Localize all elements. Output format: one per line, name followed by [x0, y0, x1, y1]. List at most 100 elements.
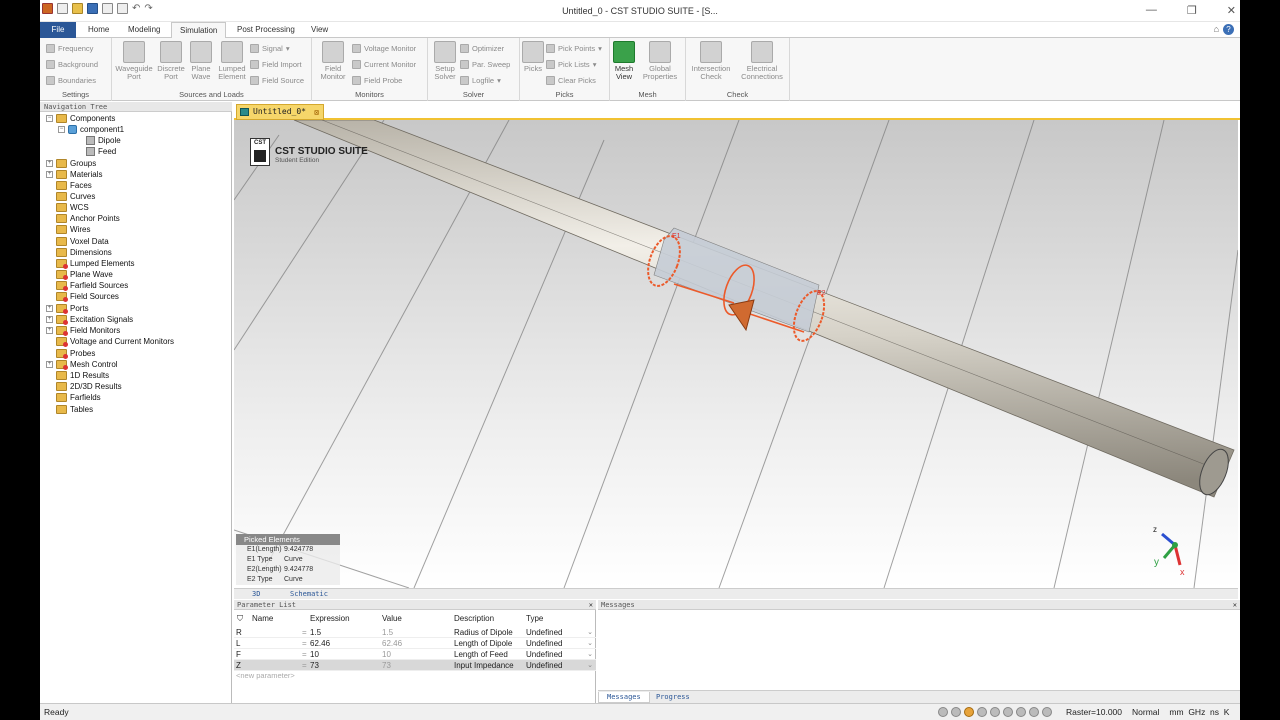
- boundaries-button[interactable]: Boundaries: [46, 76, 96, 85]
- tree-item-excitation-signals[interactable]: + Excitation Signals: [46, 314, 133, 325]
- view-mode[interactable]: Normal: [1132, 704, 1159, 720]
- expand-icon[interactable]: +: [46, 171, 53, 178]
- tree-item-lumped-elements[interactable]: Lumped Elements: [56, 258, 134, 269]
- background-button[interactable]: Background: [46, 60, 98, 69]
- zoom-fit-icon[interactable]: [977, 707, 987, 717]
- global-properties-button[interactable]: Global Properties: [638, 41, 682, 81]
- tree-item-farfields[interactable]: Farfields: [56, 392, 101, 403]
- waveguide-port-button[interactable]: Waveguide Port: [114, 41, 154, 81]
- tree-item-dimensions[interactable]: Dimensions: [56, 247, 112, 258]
- maximize-button[interactable]: ❐: [1187, 4, 1197, 17]
- expand-icon[interactable]: +: [46, 327, 53, 334]
- col-name[interactable]: Name: [252, 610, 273, 627]
- zoom-icon[interactable]: [938, 707, 948, 717]
- pick-points-button[interactable]: Pick Points ▾: [546, 44, 602, 53]
- document-tab-untitled[interactable]: Untitled_0* ⊠: [236, 104, 324, 120]
- minimize-button[interactable]: —: [1146, 4, 1157, 17]
- tab-messages[interactable]: Messages: [598, 692, 650, 703]
- tab-3d[interactable]: 3D: [252, 589, 260, 599]
- tree-item-component1[interactable]: − component1: [58, 124, 124, 135]
- rotate-icon[interactable]: [964, 707, 974, 717]
- expand-icon[interactable]: +: [46, 316, 53, 323]
- optimizer-button[interactable]: Optimizer: [460, 44, 504, 53]
- chevron-down-icon[interactable]: ⌄: [587, 627, 593, 638]
- pick-lists-button[interactable]: Pick Lists ▾: [546, 60, 596, 69]
- col-expression[interactable]: Expression: [310, 610, 350, 627]
- cube-view-icon[interactable]: [1042, 707, 1052, 717]
- voltage-monitor-button[interactable]: Voltage Monitor: [352, 44, 416, 53]
- expand-icon[interactable]: +: [46, 361, 53, 368]
- tree-item-field-sources[interactable]: Field Sources: [56, 291, 119, 302]
- tree-item-wires[interactable]: Wires: [56, 224, 90, 235]
- field-probe-button[interactable]: Field Probe: [352, 76, 402, 85]
- tree-item-probes[interactable]: Probes: [56, 348, 95, 359]
- tree-item-feed[interactable]: Feed: [86, 146, 116, 157]
- tree-item-mesh-control[interactable]: + Mesh Control: [46, 359, 118, 370]
- messages-area[interactable]: [598, 610, 1240, 690]
- discrete-port-button[interactable]: Discrete Port: [156, 41, 186, 81]
- spin-icon[interactable]: [990, 707, 1000, 717]
- chevron-down-icon[interactable]: ⌄: [587, 660, 593, 671]
- col-type[interactable]: Type: [526, 610, 543, 627]
- tree-item-voltage-current-monitors[interactable]: Voltage and Current Monitors: [56, 336, 174, 347]
- tree-item-voxel-data[interactable]: Voxel Data: [56, 236, 109, 247]
- current-monitor-button[interactable]: Current Monitor: [352, 60, 416, 69]
- tree-item-wcs[interactable]: WCS: [56, 202, 89, 213]
- field-source-button[interactable]: Field Source: [250, 76, 304, 85]
- tree-item-farfield-sources[interactable]: Farfield Sources: [56, 280, 128, 291]
- chevron-down-icon[interactable]: ⌄: [587, 638, 593, 649]
- plane-wave-button[interactable]: Plane Wave: [188, 41, 214, 81]
- lumped-element-button[interactable]: Lumped Element: [216, 41, 248, 81]
- tree-item-plane-wave[interactable]: Plane Wave: [56, 269, 113, 280]
- tree-item-ports[interactable]: + Ports: [46, 303, 89, 314]
- tab-schematic[interactable]: Schematic: [290, 589, 328, 599]
- raster-indicator[interactable]: Raster=10.000: [1066, 704, 1122, 720]
- tab-simulation[interactable]: Simulation: [171, 22, 227, 39]
- tab-post-processing[interactable]: Post Processing: [229, 22, 303, 38]
- view-reset-icon[interactable]: [1003, 707, 1013, 717]
- expand-icon[interactable]: +: [46, 305, 53, 312]
- close-panel-icon[interactable]: ✕: [1233, 600, 1237, 610]
- wireframe-icon[interactable]: [1016, 707, 1026, 717]
- tree-item-groups[interactable]: + Groups: [46, 158, 96, 169]
- picks-button[interactable]: Picks: [522, 41, 544, 73]
- tab-modeling[interactable]: Modeling: [120, 22, 168, 38]
- camera-icon[interactable]: [1029, 707, 1039, 717]
- new-parameter-row[interactable]: <new parameter>: [236, 671, 295, 680]
- tree-item-components[interactable]: − Components: [46, 113, 115, 124]
- setup-solver-button[interactable]: Setup Solver: [430, 41, 460, 81]
- tree-item-faces[interactable]: Faces: [56, 180, 92, 191]
- tree-item-1d-results[interactable]: 1D Results: [56, 370, 109, 381]
- tree-item-curves[interactable]: Curves: [56, 191, 95, 202]
- tree-item-field-monitors[interactable]: + Field Monitors: [46, 325, 120, 336]
- close-panel-icon[interactable]: ✕: [589, 600, 593, 610]
- navigation-tree[interactable]: − Components − component1 Dipole Feed + Gro…: [40, 112, 232, 703]
- table-row[interactable]: R = 1.5 1.5 Radius of Dipole Undefined ⌄: [234, 627, 596, 638]
- collapse-icon[interactable]: −: [46, 115, 53, 122]
- units-group[interactable]: mm GHz ns K: [1169, 704, 1229, 720]
- par-sweep-button[interactable]: Par. Sweep: [460, 60, 510, 69]
- close-tab-icon[interactable]: ⊠: [314, 106, 319, 120]
- table-row-selected[interactable]: Z = 73 73 Input Impedance Undefined ⌄: [234, 660, 596, 671]
- tree-item-anchor-points[interactable]: Anchor Points: [56, 213, 120, 224]
- tree-item-dipole[interactable]: Dipole: [86, 135, 121, 146]
- tab-view[interactable]: View: [303, 22, 336, 38]
- frequency-button[interactable]: Frequency: [46, 44, 93, 53]
- mesh-view-button[interactable]: Mesh View: [612, 41, 636, 81]
- intersection-check-button[interactable]: Intersection Check: [688, 41, 734, 81]
- tab-progress[interactable]: Progress: [648, 692, 698, 703]
- logfile-button[interactable]: Logfile ▾: [460, 76, 501, 85]
- table-row[interactable]: F = 10 10 Length of Feed Undefined ⌄: [234, 649, 596, 660]
- col-description[interactable]: Description: [454, 610, 494, 627]
- field-import-button[interactable]: Field Import: [250, 60, 302, 69]
- field-monitor-button[interactable]: Field Monitor: [316, 41, 350, 81]
- help-icon[interactable]: ?: [1223, 24, 1234, 35]
- table-row[interactable]: L = 62.46 62.46 Length of Dipole Undefin…: [234, 638, 596, 649]
- tab-file[interactable]: File: [40, 22, 76, 38]
- tree-item-tables[interactable]: Tables: [56, 404, 93, 415]
- model-canvas[interactable]: E1 E2: [234, 120, 1238, 588]
- collapse-icon[interactable]: −: [58, 126, 65, 133]
- col-value[interactable]: Value: [382, 610, 402, 627]
- pan-icon[interactable]: [951, 707, 961, 717]
- signal-button[interactable]: Signal ▾: [250, 44, 290, 53]
